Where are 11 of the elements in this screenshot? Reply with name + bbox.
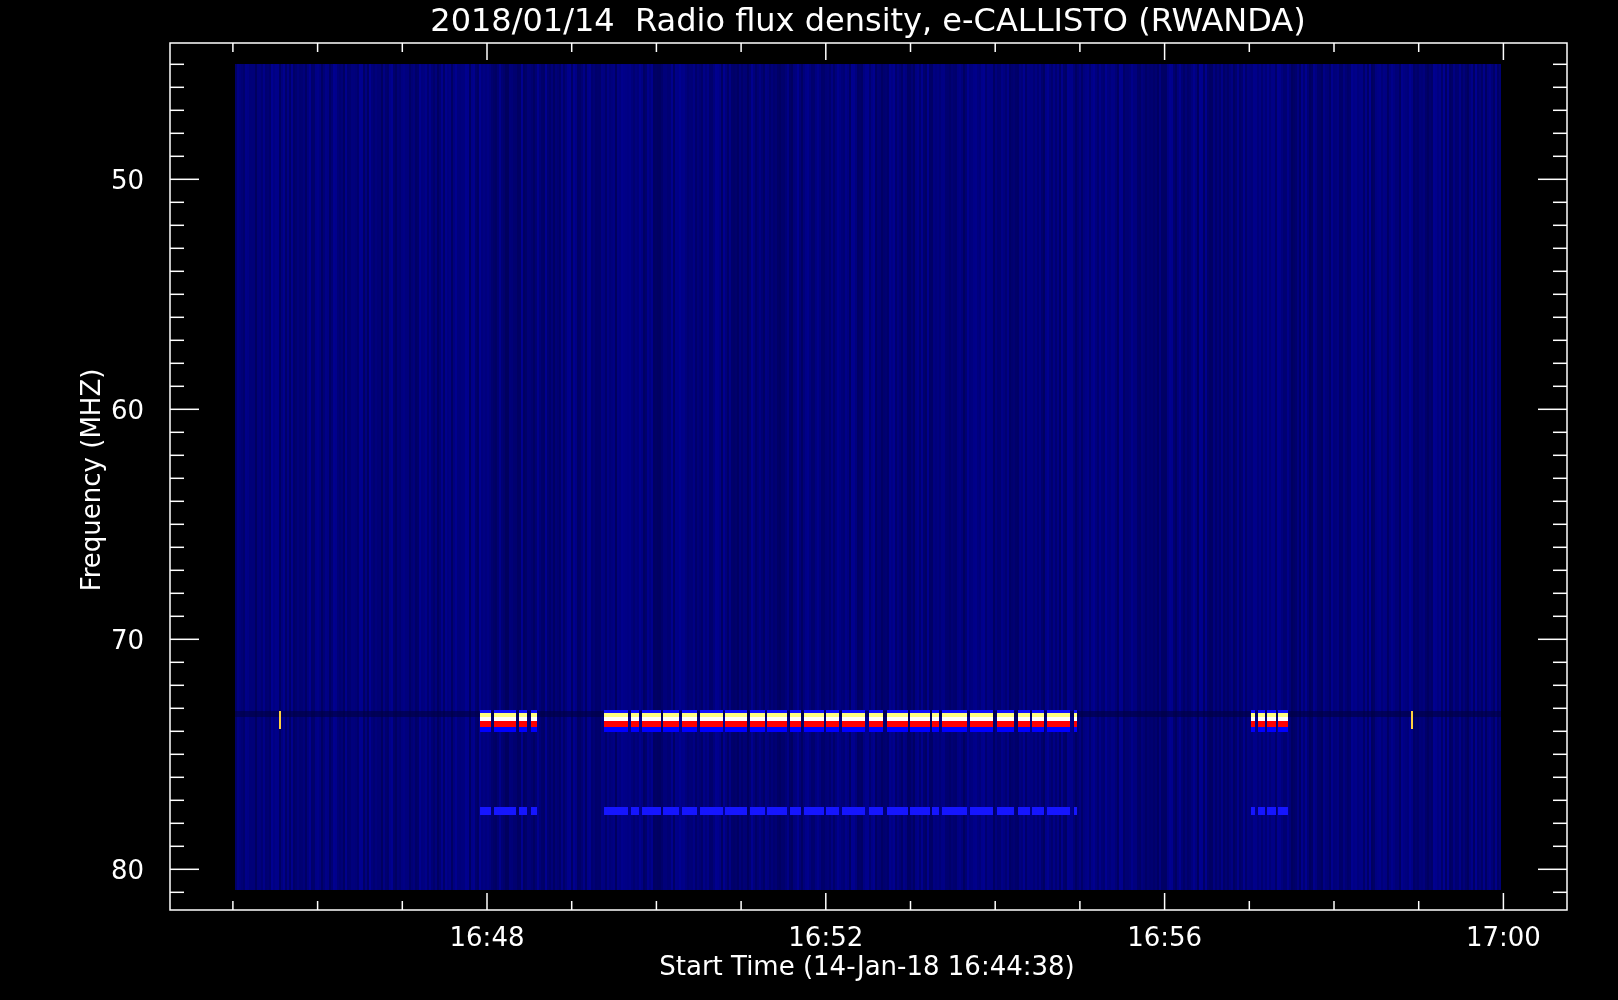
- x-tick-label: 16:56: [1127, 922, 1203, 952]
- x-tick-label: 17:00: [1465, 922, 1541, 952]
- y-tick-label: 60: [110, 395, 144, 426]
- x-tick-label: 16:48: [449, 922, 525, 952]
- chart-title: 2018/01/14 Radio flux density, e-CALLISTO (RWANDA): [430, 1, 1306, 39]
- y-axis-label: Frequency (MHZ): [76, 368, 106, 592]
- y-tick-label: 70: [110, 625, 144, 656]
- y-tick-label: 50: [110, 165, 144, 196]
- y-tick-label: 80: [110, 855, 144, 886]
- x-tick-label: 16:52: [788, 922, 864, 952]
- x-axis-label: Start Time (14-Jan-18 16:44:38): [659, 951, 1075, 981]
